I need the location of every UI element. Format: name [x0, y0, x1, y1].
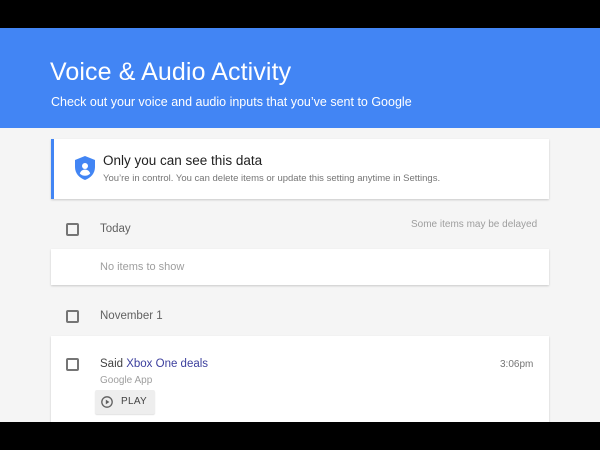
page-title: Voice & Audio Activity	[50, 58, 292, 86]
privacy-notice-card: Only you can see this data You’re in con…	[51, 139, 549, 199]
empty-state-card: No items to show	[51, 249, 549, 285]
play-circle-icon	[101, 396, 113, 408]
group-date-november-1: November 1	[100, 310, 163, 322]
group-date-today: Today	[100, 223, 131, 235]
voice-query-link[interactable]: Xbox One deals	[126, 358, 208, 370]
select-today-checkbox[interactable]	[66, 223, 79, 236]
page-subtitle: Check out your voice and audio inputs th…	[51, 95, 412, 109]
shield-user-icon	[75, 156, 95, 180]
delayed-note: Some items may be delayed	[411, 219, 538, 230]
page-header: Voice & Audio Activity Check out your vo…	[0, 28, 600, 128]
item-app: Google App	[100, 375, 153, 386]
notice-title: Only you can see this data	[103, 153, 263, 168]
play-label: PLAY	[121, 396, 148, 407]
notice-text: You’re in control. You can delete items …	[103, 173, 441, 184]
item-said-text: Said Xbox One deals	[100, 358, 208, 370]
play-button[interactable]: PLAY	[95, 390, 155, 414]
activity-page: Voice & Audio Activity Check out your vo…	[0, 28, 600, 422]
said-prefix: Said	[100, 358, 127, 370]
select-november-1-checkbox[interactable]	[66, 310, 79, 323]
activity-item[interactable]: Said Xbox One deals 3:06pm Google App PL…	[51, 336, 549, 422]
empty-state-text: No items to show	[100, 261, 185, 273]
select-item-checkbox[interactable]	[66, 358, 79, 371]
item-time: 3:06pm	[500, 359, 534, 370]
